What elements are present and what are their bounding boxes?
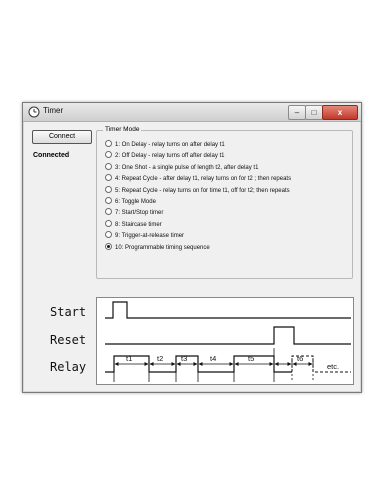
timer-mode-option-6[interactable]: 6: Toggle Mode: [105, 196, 291, 208]
connect-button[interactable]: Connect: [32, 130, 92, 144]
timer-mode-option-7[interactable]: 7: Start/Stop timer: [105, 208, 291, 219]
connection-status: Connected: [33, 152, 70, 159]
timer-mode-radio-list: 1: On Delay - relay turns on after delay…: [105, 140, 291, 254]
radio-icon[interactable]: [105, 151, 112, 159]
interval-label-t2: t2: [157, 354, 163, 363]
signal-label-start: Start: [50, 305, 87, 319]
timer-mode-option-label: 1: On Delay - relay turns on after delay…: [115, 142, 225, 148]
timing-diagram: t1 t2 t3 t4 t5 t6 etc.: [96, 297, 354, 385]
radio-icon[interactable]: [105, 231, 112, 239]
timer-mode-option-label: 3: One Shot - a single pulse of length t…: [115, 164, 259, 171]
clock-icon: [28, 106, 40, 118]
radio-icon[interactable]: [105, 196, 112, 204]
timer-mode-option-2[interactable]: 2: Off Delay - relay turns off after del…: [105, 151, 291, 162]
start-waveform: [105, 301, 351, 319]
radio-icon[interactable]: [105, 174, 112, 182]
timer-mode-option-label: 2: Off Delay - relay turns off after del…: [115, 153, 225, 160]
signal-label-relay: Relay: [50, 360, 87, 374]
window-title: Timer: [43, 106, 64, 115]
timing-diagram-canvas: t1 t2 t3 t4 t5 t6 etc.: [105, 301, 351, 382]
signal-label-reset: Reset: [50, 333, 87, 347]
interval-label-t3: t3: [181, 354, 187, 363]
timer-mode-option-9[interactable]: 9: Trigger-at-release timer: [105, 231, 291, 242]
radio-icon[interactable]: [105, 185, 112, 193]
timer-mode-option-10[interactable]: 10: Programmable timing sequence: [105, 242, 291, 254]
title-bar[interactable]: Timer – □ x: [23, 103, 361, 122]
timer-mode-option-label: 8: Staircase timer: [115, 221, 162, 228]
timer-mode-group-title: Timer Mode: [103, 126, 142, 133]
close-button[interactable]: x: [322, 105, 358, 120]
timer-mode-option-1[interactable]: 1: On Delay - relay turns on after delay…: [105, 140, 291, 151]
timer-mode-option-8[interactable]: 8: Staircase timer: [105, 219, 291, 231]
radio-icon[interactable]: [105, 219, 112, 227]
timer-window: Timer – □ x Connect Connected Timer Mode…: [22, 102, 362, 393]
interval-label-t5: t5: [248, 354, 254, 363]
radio-icon[interactable]: [105, 162, 112, 170]
maximize-button[interactable]: □: [305, 105, 323, 120]
timer-mode-option-label: 5: Repeat Cycle - relay turns on for tim…: [115, 187, 290, 194]
minimize-button[interactable]: –: [288, 105, 306, 120]
interval-label-t6: t6: [297, 354, 303, 363]
radio-icon[interactable]: [105, 140, 112, 147]
window-client-area: Connect Connected Timer Mode 1: On Delay…: [24, 122, 360, 391]
timer-mode-option-label: 6: Toggle Mode: [115, 198, 156, 205]
interval-label-etc: etc.: [327, 362, 339, 371]
interval-label-t4: t4: [210, 354, 216, 363]
timer-mode-option-5[interactable]: 5: Repeat Cycle - relay turns on for tim…: [105, 185, 291, 197]
timer-mode-group: Timer Mode 1: On Delay - relay turns on …: [96, 126, 353, 279]
timer-mode-option-3[interactable]: 3: One Shot - a single pulse of length t…: [105, 162, 291, 174]
timer-mode-option-4[interactable]: 4: Repeat Cycle - after delay t1, relay …: [105, 174, 291, 185]
radio-icon[interactable]: [105, 242, 112, 250]
timer-mode-option-label: 9: Trigger-at-release timer: [115, 233, 185, 240]
timer-mode-option-label: 4: Repeat Cycle - after delay t1, relay …: [115, 176, 292, 183]
timer-mode-option-label: 10: Programmable timing sequence: [115, 244, 210, 251]
timer-mode-option-label: 7: Start/Stop timer: [115, 210, 164, 217]
radio-icon[interactable]: [105, 208, 112, 216]
interval-label-t1: t1: [126, 354, 132, 363]
reset-waveform: [105, 326, 351, 345]
